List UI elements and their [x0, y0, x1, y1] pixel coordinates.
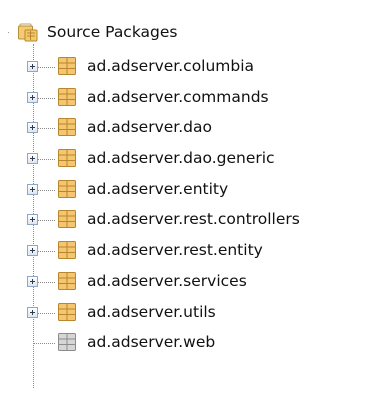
package-label: ad.adserver.rest.controllers	[87, 210, 300, 229]
tree-row-package[interactable]: ad.adserver.columbia	[0, 52, 379, 83]
package-label: ad.adserver.rest.entity	[87, 241, 263, 260]
package-list: ad.adserver.columbia ad.adserver.command…	[0, 52, 379, 359]
package-label: ad.adserver.dao	[87, 118, 212, 137]
tree-root-connector	[8, 32, 9, 33]
project-tree: Source Packages ad.adserver.columbia ad.…	[0, 0, 379, 403]
tree-row-package[interactable]: ad.adserver.rest.controllers	[0, 205, 379, 236]
package-icon	[58, 302, 76, 321]
expand-plus-icon[interactable]	[27, 91, 38, 103]
package-label: ad.adserver.utils	[87, 302, 216, 321]
package-label: ad.adserver.commands	[87, 87, 269, 106]
tree-root-source-packages[interactable]: Source Packages	[8, 19, 178, 45]
package-label: ad.adserver.services	[87, 271, 247, 290]
expand-plus-icon[interactable]	[27, 214, 38, 226]
package-icon	[58, 87, 76, 106]
package-icon	[58, 149, 76, 168]
package-label: ad.adserver.columbia	[87, 57, 255, 75]
tree-row-package[interactable]: ad.adserver.rest.entity	[0, 236, 379, 267]
tree-row-package[interactable]: ad.adserver.commands	[0, 83, 379, 114]
package-label: ad.adserver.entity	[87, 179, 229, 198]
source-packages-folder-icon	[18, 23, 38, 42]
expand-plus-icon[interactable]	[27, 245, 38, 257]
package-icon	[58, 210, 76, 229]
tree-row-package[interactable]: ad.adserver.dao	[0, 113, 379, 144]
package-icon	[58, 57, 76, 75]
expand-plus-icon[interactable]	[27, 61, 38, 72]
tree-row-package[interactable]: ad.adserver.dao.generic	[0, 144, 379, 175]
empty-package-icon	[58, 333, 76, 352]
expand-plus-icon[interactable]	[27, 122, 38, 134]
tree-row-package-empty[interactable]: ad.adserver.web	[0, 328, 379, 359]
expand-plus-icon[interactable]	[27, 306, 38, 318]
package-icon	[58, 118, 76, 137]
package-icon	[58, 179, 76, 198]
package-icon	[58, 271, 76, 290]
tree-row-package[interactable]: ad.adserver.utils	[0, 298, 379, 329]
expand-plus-icon[interactable]	[27, 153, 38, 165]
package-label: ad.adserver.dao.generic	[87, 149, 275, 168]
tree-row-package[interactable]: ad.adserver.entity	[0, 175, 379, 206]
package-label: ad.adserver.web	[87, 333, 216, 352]
tree-row-package[interactable]: ad.adserver.services	[0, 267, 379, 298]
package-icon	[58, 241, 76, 260]
tree-horizontal-connector	[33, 343, 55, 345]
tree-root-label: Source Packages	[47, 23, 178, 41]
expand-plus-icon[interactable]	[27, 183, 38, 195]
expand-plus-icon[interactable]	[27, 275, 38, 287]
